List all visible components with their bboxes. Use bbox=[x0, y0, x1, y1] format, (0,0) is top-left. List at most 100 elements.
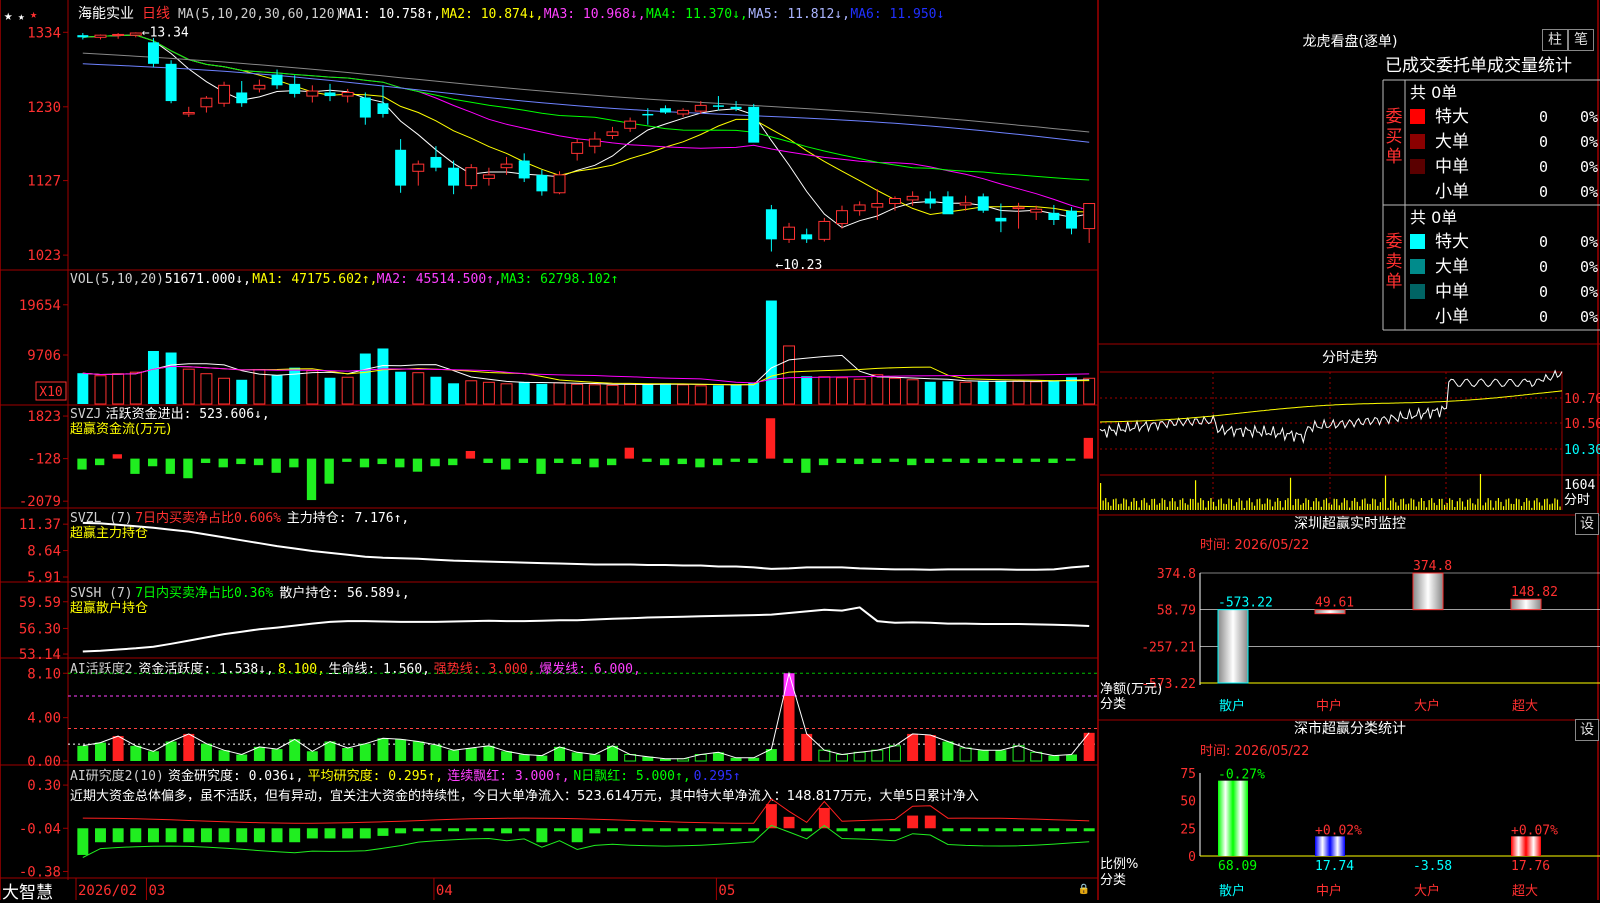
intraday-vol-bar-45 bbox=[1215, 506, 1217, 510]
research-bar-13 bbox=[306, 828, 318, 839]
sz-rt-cat-1: 中户 bbox=[1316, 698, 1342, 714]
ma-line-6 bbox=[82, 52, 1090, 133]
intraday-vol-bar-74 bbox=[1289, 477, 1292, 510]
research-bar-24 bbox=[501, 828, 513, 834]
intraday-vol-bar-96 bbox=[1346, 500, 1348, 510]
intraday-vol-bar-108 bbox=[1377, 505, 1379, 510]
svzj-bar-1 bbox=[95, 458, 105, 466]
intraday-vol-bar-80 bbox=[1305, 498, 1307, 510]
intraday-vol-bar-129 bbox=[1431, 498, 1433, 510]
ai-bar-16 bbox=[359, 743, 371, 761]
bar-mode-button[interactable]: 柱 bbox=[1542, 29, 1568, 51]
vol-bar-24 bbox=[500, 383, 513, 405]
intraday-vol-bar-51 bbox=[1230, 499, 1233, 510]
svzj-bar-10 bbox=[253, 458, 264, 466]
intraday-vol-bar-155 bbox=[1497, 498, 1500, 510]
intraday-title: 分时走势 bbox=[1322, 350, 1378, 366]
research-bar-29 bbox=[589, 828, 601, 834]
intraday-vol-bar-25 bbox=[1164, 499, 1166, 510]
ai-bar-21 bbox=[448, 750, 460, 761]
candle-13 bbox=[306, 90, 319, 97]
vol-tick-label-0: 19654 bbox=[19, 298, 61, 314]
candle-34 bbox=[677, 109, 690, 115]
intraday-vol-bar-8 bbox=[1120, 503, 1122, 510]
candle-16 bbox=[359, 97, 371, 118]
intraday-vol-bar-131 bbox=[1436, 505, 1438, 510]
intraday-vol-bar-36 bbox=[1192, 499, 1194, 510]
candle-39 bbox=[765, 209, 777, 240]
vol-header-2: MA1: 47175.602↑, bbox=[252, 272, 377, 287]
intraday-vol-bar-94 bbox=[1341, 502, 1343, 510]
ai-bar-18 bbox=[395, 739, 407, 761]
vol-bar-57 bbox=[1083, 377, 1096, 405]
dt-buy-row-pct-1: 0% bbox=[1580, 133, 1598, 151]
ai-header-4: 强势线: 3.000, bbox=[434, 661, 536, 677]
svzj-bar-36 bbox=[712, 458, 723, 466]
ma-header-3: MA3: 10.968↓, bbox=[544, 7, 646, 22]
vol-bar-19 bbox=[412, 372, 425, 405]
vol-bar-6 bbox=[182, 368, 195, 405]
intraday-vol-bar-71 bbox=[1282, 507, 1284, 510]
research-bar-53 bbox=[1013, 828, 1025, 832]
intraday-vol-label-2: 分时 bbox=[1564, 493, 1590, 508]
dt-sell-row-vol-1: 0 bbox=[1539, 258, 1548, 276]
vol-bar-56 bbox=[1066, 377, 1077, 404]
intraday-vol-bar-87 bbox=[1323, 499, 1325, 510]
dragon-tiger-subtitle: 已成交委托单成交量统计 bbox=[1385, 56, 1572, 76]
intraday-vol-bar-35 bbox=[1189, 498, 1192, 510]
x-axis-label-1: 03 bbox=[148, 883, 165, 899]
svzj-tick-label-2: -2079 bbox=[19, 494, 61, 510]
research-bar-11 bbox=[271, 828, 283, 843]
intraday-vol-bar-106 bbox=[1372, 498, 1374, 510]
ai-header-0: AI活跃度2 bbox=[70, 661, 132, 677]
ai-bar-17 bbox=[377, 738, 389, 761]
ai-bar-8 bbox=[218, 750, 230, 761]
pen-mode-button[interactable]: 笔 bbox=[1568, 29, 1594, 51]
sz-class-top-label-3: +0.07% bbox=[1511, 823, 1558, 838]
intraday-vol-bar-124 bbox=[1418, 501, 1420, 510]
intraday-vol-bar-166 bbox=[1526, 498, 1528, 510]
research-bar-6 bbox=[183, 828, 195, 843]
svzj-bar-12 bbox=[289, 458, 299, 468]
svsh-subtitle: 超赢散户持仓 bbox=[70, 600, 148, 616]
svzj-bar-3 bbox=[130, 458, 140, 474]
intraday-vol-bar-3 bbox=[1107, 502, 1109, 510]
svzj-bar-51 bbox=[977, 458, 988, 463]
intraday-vol-bar-159 bbox=[1508, 498, 1510, 510]
research-bar-20 bbox=[430, 828, 442, 832]
sz-rt-bar-0 bbox=[1217, 609, 1249, 684]
intraday-vol-bar-167 bbox=[1528, 500, 1530, 510]
dt-sell-row-name-3: 小单 bbox=[1435, 307, 1469, 327]
price-tick-label-2: 1127 bbox=[27, 174, 61, 190]
intraday-vol-bar-140 bbox=[1459, 498, 1461, 510]
intraday-vol-bar-104 bbox=[1366, 503, 1369, 510]
ai-header-3: 生命线: 1.560, bbox=[328, 661, 430, 677]
vol-bar-2 bbox=[112, 373, 125, 405]
ai-bar-48 bbox=[924, 735, 936, 761]
intraday-vol-bar-49 bbox=[1225, 504, 1227, 510]
intraday-vol-bar-92 bbox=[1336, 499, 1338, 510]
candle-2 bbox=[112, 33, 125, 36]
intraday-vol-bar-2 bbox=[1105, 498, 1107, 510]
svsh-tick-label-0: 59.59 bbox=[19, 595, 61, 611]
svsh-line bbox=[82, 606, 1090, 653]
class-settings-button[interactable]: 设 bbox=[1575, 719, 1599, 741]
research-bar-30 bbox=[607, 828, 618, 832]
stock-chart-canvas[interactable]: 1334 1230 1127 1023 ★ ★ ★ 海能实业 日线 MA(5,10,20,30,6… bbox=[0, 0, 1600, 900]
svzj-bar-22 bbox=[465, 450, 476, 459]
ai-bar-13 bbox=[306, 751, 318, 761]
intraday-vol-bar-72 bbox=[1284, 500, 1286, 510]
dt-buy-row-pct-0: 0% bbox=[1580, 108, 1598, 126]
research-bar-5 bbox=[165, 828, 177, 843]
candle-50 bbox=[959, 202, 972, 206]
vol-bar-21 bbox=[448, 383, 460, 404]
candle-41 bbox=[801, 234, 813, 240]
intraday-vol-bar-58 bbox=[1248, 498, 1251, 510]
intraday-vol-bar-70 bbox=[1279, 500, 1281, 510]
intraday-vol-bar-102 bbox=[1361, 499, 1363, 510]
dt-sell-label-2: 单 bbox=[1386, 272, 1403, 292]
ai-activity-line bbox=[82, 671, 1090, 760]
svzj-bar-46 bbox=[889, 458, 899, 462]
candle-52 bbox=[995, 217, 1007, 222]
realtime-settings-button[interactable]: 设 bbox=[1575, 513, 1599, 535]
